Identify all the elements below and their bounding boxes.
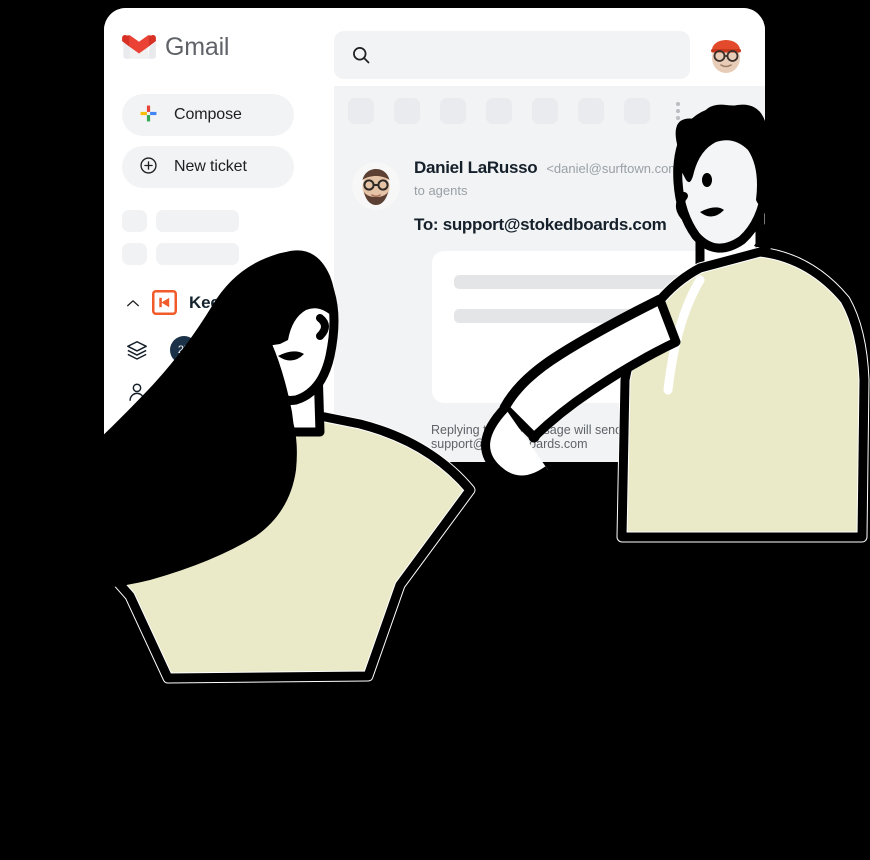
account-avatar[interactable] bbox=[702, 30, 750, 78]
sidebar-item-person-outline[interactable] bbox=[126, 413, 334, 455]
sender-to-label: to agents bbox=[414, 183, 468, 198]
toolbar-action-1[interactable] bbox=[348, 98, 374, 124]
gmail-logo-icon bbox=[122, 34, 156, 60]
email-action-toolbar bbox=[334, 86, 765, 124]
email-sender-block: Daniel LaRusso <daniel@surftown.com> to … bbox=[414, 158, 687, 235]
sidebar-item-assigned[interactable] bbox=[126, 371, 334, 413]
recipient-address: To: support@stokedboards.com bbox=[414, 215, 667, 234]
sender-line: Daniel LaRusso <daniel@surftown.com> bbox=[414, 158, 687, 178]
sidebar: Compose New ticket Keeping 27 bbox=[104, 86, 334, 462]
person-outline-icon bbox=[126, 423, 148, 445]
skeleton-bar bbox=[156, 210, 239, 232]
keeping-logo-icon bbox=[152, 290, 177, 315]
email-message-card: Daniel LaRusso <daniel@surftown.com> to … bbox=[334, 144, 765, 451]
sidebar-item-queues[interactable]: 27 bbox=[126, 329, 334, 371]
keeping-label: Keeping bbox=[189, 292, 255, 312]
compose-button[interactable]: Compose bbox=[122, 94, 294, 136]
toolbar-action-4[interactable] bbox=[486, 98, 512, 124]
layers-icon bbox=[126, 339, 148, 361]
sender-avatar bbox=[352, 162, 400, 210]
sidebar-nav-list: 27 bbox=[104, 329, 334, 455]
email-body-placeholder bbox=[432, 251, 762, 403]
top-bar: Gmail bbox=[104, 8, 765, 86]
email-main-pane: Daniel LaRusso <daniel@surftown.com> to … bbox=[334, 86, 765, 462]
chevron-up-icon[interactable] bbox=[126, 298, 140, 308]
new-ticket-button[interactable]: New ticket bbox=[122, 146, 294, 188]
body-placeholder-bar bbox=[454, 309, 660, 323]
search-input[interactable] bbox=[383, 46, 673, 64]
plus-multicolor-icon bbox=[139, 104, 158, 126]
search-bar[interactable] bbox=[334, 31, 690, 79]
toolbar-action-6[interactable] bbox=[578, 98, 604, 124]
compose-label: Compose bbox=[174, 106, 242, 123]
assigned-badge bbox=[170, 378, 198, 406]
sender-email: <daniel@surftown.com> bbox=[546, 161, 687, 176]
person-icon bbox=[126, 381, 148, 403]
more-vertical-icon[interactable] bbox=[676, 102, 680, 120]
body-placeholder-bar bbox=[454, 275, 740, 289]
toolbar-action-3[interactable] bbox=[440, 98, 466, 124]
page-root: Gmail Compose New ticket Keeping 27 Dani… bbox=[0, 0, 870, 860]
skeleton-bar bbox=[156, 243, 239, 265]
skeleton-row bbox=[122, 243, 334, 265]
keeping-section-header[interactable]: Keeping bbox=[104, 290, 334, 315]
gmail-app-window: Gmail Compose New ticket Keeping 27 Dani… bbox=[104, 8, 765, 462]
email-header: Daniel LaRusso <daniel@surftown.com> to … bbox=[352, 158, 765, 235]
sidebar-skeleton-group bbox=[104, 210, 334, 265]
skeleton-square bbox=[122, 243, 147, 265]
reply-footnote: Replying to this message will send from … bbox=[431, 423, 651, 451]
skeleton-square bbox=[122, 210, 147, 232]
skeleton-row bbox=[122, 210, 334, 232]
toolbar-action-5[interactable] bbox=[532, 98, 558, 124]
plus-circle-icon bbox=[139, 156, 158, 178]
toolbar-action-2[interactable] bbox=[394, 98, 420, 124]
search-icon bbox=[351, 45, 371, 65]
new-ticket-label: New ticket bbox=[174, 158, 247, 175]
queue-badge-count: 27 bbox=[170, 336, 198, 364]
gmail-wordmark: Gmail bbox=[165, 32, 230, 61]
gmail-brand[interactable]: Gmail bbox=[122, 33, 312, 62]
toolbar-action-7[interactable] bbox=[624, 98, 650, 124]
sender-name: Daniel LaRusso bbox=[414, 158, 538, 177]
